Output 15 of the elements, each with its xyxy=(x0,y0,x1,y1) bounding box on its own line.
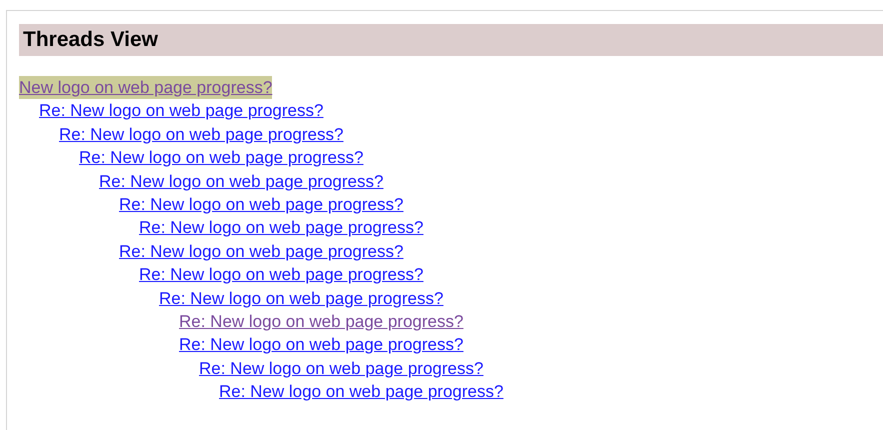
thread-link[interactable]: Re: New logo on web page progress? xyxy=(119,240,404,264)
thread-link[interactable]: Re: New logo on web page progress? xyxy=(179,310,464,334)
thread-link[interactable]: Re: New logo on web page progress? xyxy=(179,333,464,357)
section-heading: Threads View xyxy=(19,24,883,56)
thread-link[interactable]: Re: New logo on web page progress? xyxy=(119,193,404,216)
thread-link[interactable]: Re: New logo on web page progress? xyxy=(139,263,424,287)
thread-link[interactable]: Re: New logo on web page progress? xyxy=(79,146,364,170)
thread-link[interactable]: New logo on web page progress? xyxy=(19,76,272,100)
thread-link[interactable]: Re: New logo on web page progress? xyxy=(99,170,384,194)
thread-link[interactable]: Re: New logo on web page progress? xyxy=(219,380,504,404)
thread-link[interactable]: Re: New logo on web page progress? xyxy=(159,286,444,310)
thread-link[interactable]: Re: New logo on web page progress? xyxy=(39,99,324,123)
thread-link[interactable]: Re: New logo on web page progress? xyxy=(139,216,424,240)
thread-link[interactable]: Re: New logo on web page progress? xyxy=(59,122,344,146)
thread-link[interactable]: Re: New logo on web page progress? xyxy=(199,356,484,380)
